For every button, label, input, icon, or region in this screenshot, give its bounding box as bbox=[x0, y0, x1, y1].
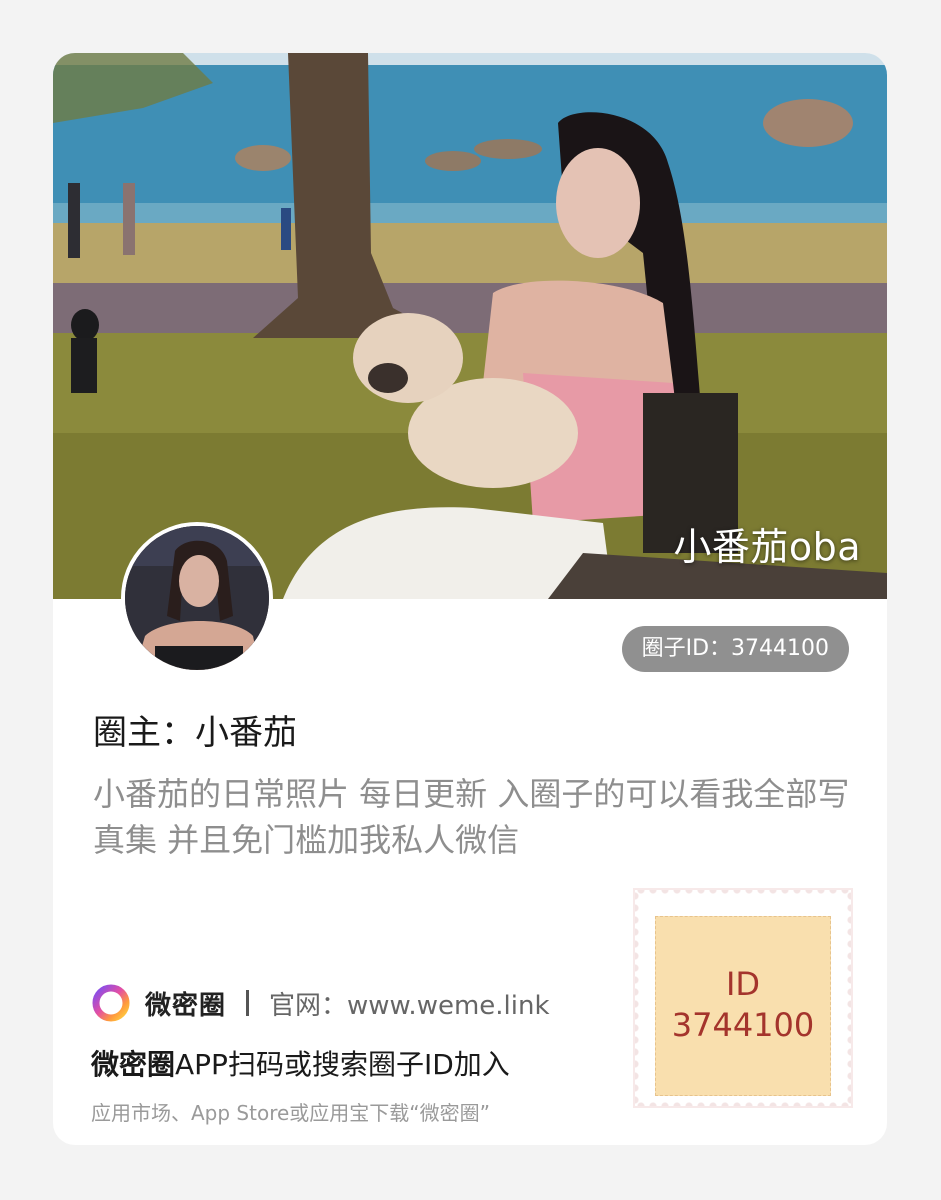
id-stamp: ID 3744100 bbox=[635, 890, 851, 1106]
official-site-link[interactable]: 官网：www.weme.link bbox=[269, 985, 550, 1022]
circle-card: 小番茄oba 圈子ID：3744100 圈主：小番茄 小番茄的日常照片 每日更新… bbox=[53, 53, 887, 1145]
instruction-brand: 微密圈 bbox=[91, 1048, 176, 1081]
circle-description: 小番茄的日常照片 每日更新 入圈子的可以看我全部写真集 并且免门槛加我私人微信 bbox=[93, 775, 850, 859]
circle-id-badge: 圈子ID：3744100 bbox=[621, 626, 849, 672]
cover-caption: 小番茄oba bbox=[673, 525, 861, 569]
cover-photo: 小番茄oba bbox=[53, 53, 887, 599]
weme-logo-icon bbox=[92, 984, 130, 1022]
brand-name: 微密圈 bbox=[145, 990, 227, 1021]
circle-owner: 圈主：小番茄 bbox=[93, 713, 297, 753]
instruction-text: APP扫码或搜索圈子ID加入 bbox=[175, 1048, 510, 1081]
avatar[interactable] bbox=[121, 522, 273, 674]
join-instruction: 微密圈APP扫码或搜索圈子ID加入 bbox=[91, 1043, 510, 1083]
stamp-number: 3744100 bbox=[671, 1006, 815, 1044]
divider bbox=[246, 990, 250, 1016]
avatar-image bbox=[125, 526, 269, 670]
download-hint: 应用市场、App Store或应用宝下载“微密圈” bbox=[91, 1101, 491, 1125]
stamp-label: ID bbox=[725, 965, 761, 1003]
brand-row: 微密圈 官网：www.weme.link bbox=[91, 980, 550, 1026]
stamp-face: ID 3744100 bbox=[655, 916, 831, 1096]
